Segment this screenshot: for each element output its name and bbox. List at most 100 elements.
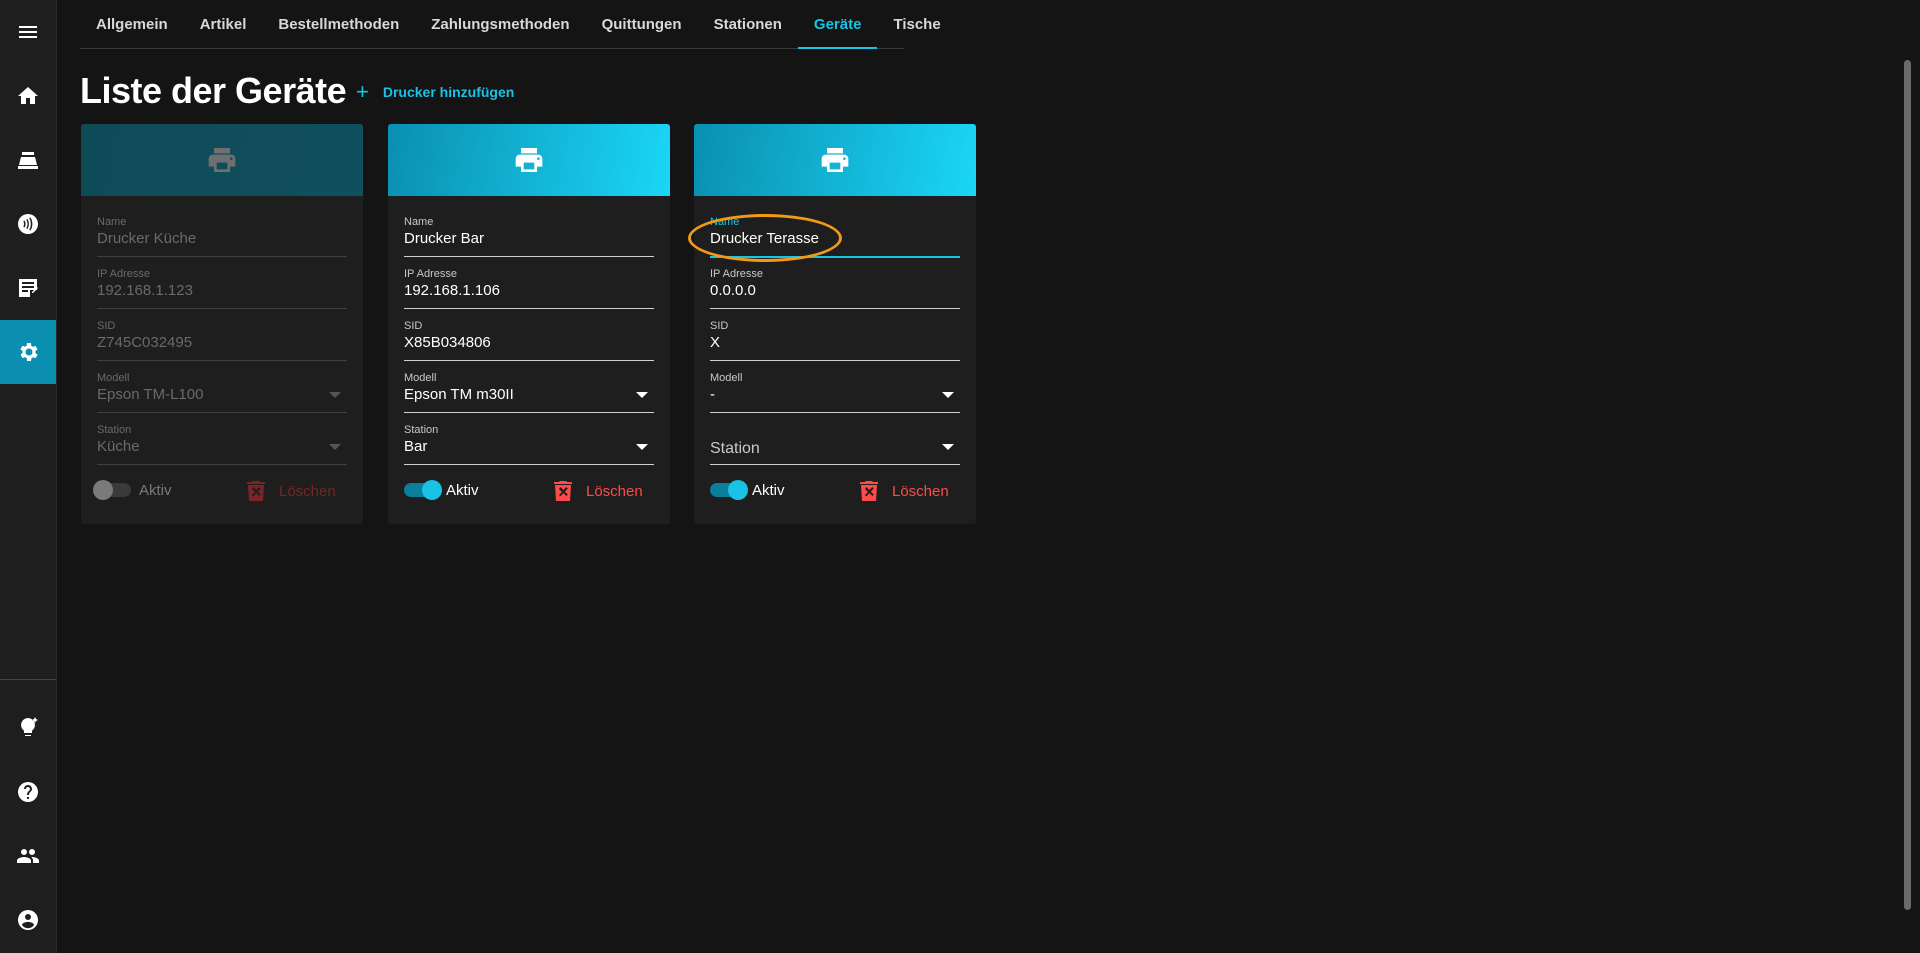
receipt-edit-icon <box>19 279 38 297</box>
model-value: Epson TM-L100 <box>97 386 204 403</box>
ip-field[interactable]: IP Adresse 0.0.0.0 <box>710 268 960 309</box>
ip-label: IP Adresse <box>97 268 150 280</box>
settings-tabs: Allgemein Artikel Bestellmethoden Zahlun… <box>80 0 941 49</box>
tab-stationen[interactable]: Stationen <box>698 0 798 48</box>
tab-quittungen[interactable]: Quittungen <box>586 0 698 48</box>
name-field[interactable]: Name Drucker Bar <box>404 216 654 257</box>
menu-icon <box>19 26 37 38</box>
scrollbar[interactable] <box>1904 60 1911 910</box>
sidebar-item-account[interactable] <box>0 888 56 952</box>
device-card: Name Drucker Küche IP Adresse 192.168.1.… <box>81 124 363 524</box>
tab-bestellmethoden[interactable]: Bestellmethoden <box>262 0 415 48</box>
chevron-down-icon <box>329 444 341 450</box>
active-label: Aktiv <box>446 482 479 499</box>
printer-icon <box>821 148 849 172</box>
name-value: Drucker Küche <box>97 230 197 247</box>
sidebar-item-tips[interactable] <box>0 695 56 759</box>
sid-value: X85B034806 <box>404 334 491 351</box>
users-icon <box>17 849 39 863</box>
model-select[interactable]: Modell - <box>710 372 960 413</box>
tab-geraete[interactable]: Geräte <box>797 0 878 49</box>
sid-label: SID <box>97 320 116 332</box>
tab-allgemein[interactable]: Allgemein <box>80 0 184 48</box>
station-select[interactable]: Station Bar <box>404 424 654 465</box>
chevron-down-icon <box>942 444 954 450</box>
model-select[interactable]: Modell Epson TM-L100 <box>97 372 347 413</box>
add-printer-button[interactable]: + Drucker hinzufügen <box>356 80 514 104</box>
name-field[interactable]: Name Drucker Küche <box>97 216 347 257</box>
card-header <box>388 124 670 196</box>
trash-icon <box>247 481 265 501</box>
cash-register-icon <box>18 152 38 169</box>
toggle-knob <box>422 480 442 500</box>
ip-field[interactable]: IP Adresse 192.168.1.123 <box>97 268 347 309</box>
sidebar-item-users[interactable] <box>0 824 56 888</box>
model-label: Modell <box>404 372 437 384</box>
sidebar-item-home[interactable] <box>0 64 56 128</box>
toggle-knob <box>93 480 113 500</box>
account-icon <box>18 910 38 930</box>
sid-field[interactable]: SID Z745C032495 <box>97 320 347 361</box>
tab-artikel[interactable]: Artikel <box>184 0 263 48</box>
lightbulb-icon <box>21 717 38 736</box>
contactless-icon <box>18 214 38 234</box>
name-label: Name <box>710 216 740 228</box>
model-label: Modell <box>710 372 743 384</box>
tab-zahlungsmethoden[interactable]: Zahlungsmethoden <box>415 0 585 48</box>
active-toggle[interactable] <box>404 480 442 500</box>
delete-button[interactable]: Löschen <box>247 480 336 502</box>
active-label: Aktiv <box>139 482 172 499</box>
model-select[interactable]: Modell Epson TM m30II <box>404 372 654 413</box>
settings-icon <box>20 343 38 361</box>
plus-icon: + <box>356 79 369 104</box>
sidebar-item-contactless[interactable] <box>0 192 56 256</box>
delete-label: Löschen <box>892 482 949 500</box>
station-placeholder: Station <box>710 440 760 457</box>
active-label: Aktiv <box>752 482 785 499</box>
printer-icon <box>515 148 543 172</box>
station-label: Station <box>404 424 439 436</box>
name-field[interactable]: Name Drucker Terasse <box>710 216 960 258</box>
sid-label: SID <box>710 320 729 332</box>
page-title: Liste der Geräte <box>80 70 347 111</box>
delete-label: Löschen <box>279 482 336 500</box>
delete-label: Löschen <box>586 482 643 500</box>
ip-field[interactable]: IP Adresse 192.168.1.106 <box>404 268 654 309</box>
sidebar-item-help[interactable] <box>0 760 56 824</box>
help-icon <box>18 782 38 802</box>
tab-tische[interactable]: Tische <box>877 0 956 48</box>
sid-field[interactable]: SID X <box>710 320 960 361</box>
printer-icon <box>208 148 236 172</box>
trash-icon <box>554 481 572 501</box>
active-toggle[interactable] <box>93 480 131 500</box>
ip-label: IP Adresse <box>710 268 763 280</box>
toggle-knob <box>728 480 748 500</box>
sid-value: Z745C032495 <box>97 334 193 351</box>
sidebar-item-orders[interactable] <box>0 256 56 320</box>
station-select[interactable]: Station Küche <box>97 424 347 465</box>
menu-button[interactable] <box>0 0 56 64</box>
ip-label: IP Adresse <box>404 268 457 280</box>
sidebar-item-settings[interactable] <box>0 320 56 384</box>
sidebar-item-register[interactable] <box>0 128 56 192</box>
trash-icon <box>860 481 878 501</box>
ip-value: 192.168.1.106 <box>404 282 500 299</box>
name-label: Name <box>404 216 434 228</box>
chevron-down-icon <box>329 392 341 398</box>
model-value: - <box>710 386 715 403</box>
device-card: Name Drucker Terasse IP Adresse 0.0.0.0 … <box>694 124 976 524</box>
delete-button[interactable]: Löschen <box>554 480 643 502</box>
station-label: Station <box>97 424 132 436</box>
sid-field[interactable]: SID X85B034806 <box>404 320 654 361</box>
sidebar <box>0 0 57 953</box>
active-toggle[interactable] <box>710 480 748 500</box>
station-value: Küche <box>97 438 140 455</box>
home-icon <box>18 87 38 104</box>
station-select[interactable]: Station <box>710 424 960 465</box>
chevron-down-icon <box>636 392 648 398</box>
model-value: Epson TM m30II <box>404 386 514 403</box>
delete-button[interactable]: Löschen <box>860 480 949 502</box>
chevron-down-icon <box>942 392 954 398</box>
name-value: Drucker Bar <box>404 230 485 247</box>
device-card: Name Drucker Bar IP Adresse 192.168.1.10… <box>388 124 670 524</box>
